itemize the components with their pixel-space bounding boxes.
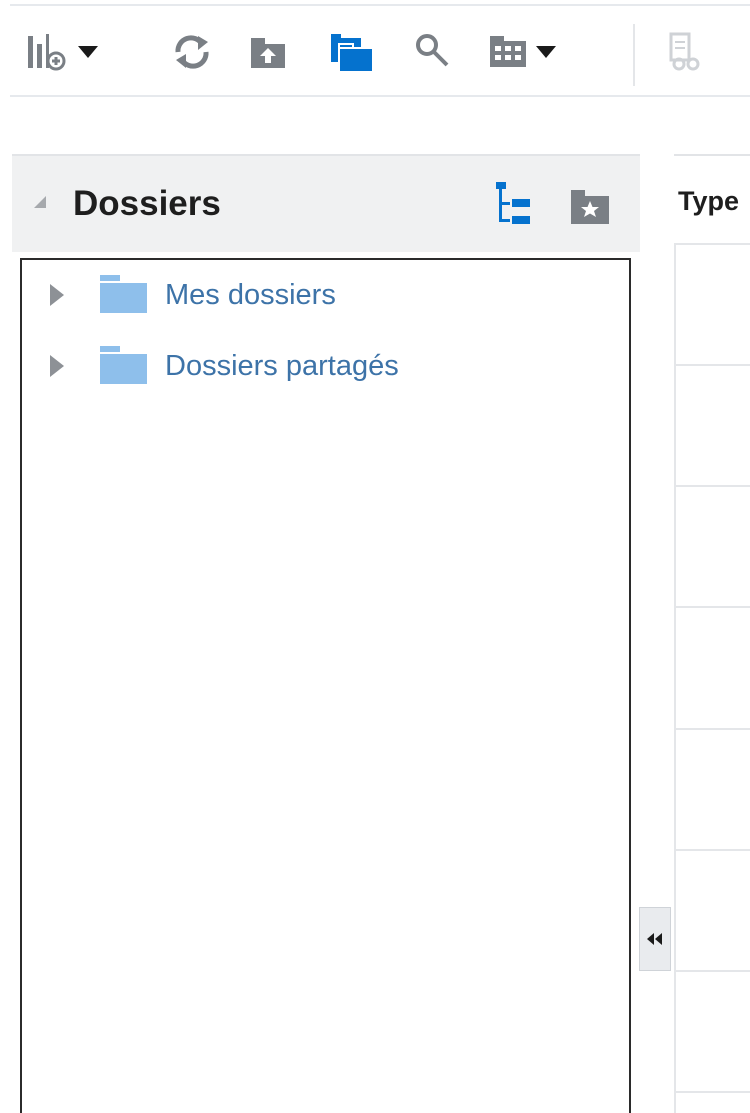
toolbar-separator <box>633 24 635 86</box>
grid-row-divider <box>676 364 750 366</box>
folders-button[interactable] <box>329 32 377 73</box>
toolbar <box>0 8 750 94</box>
double-chevron-left-icon <box>647 933 662 945</box>
folder-upload-icon <box>251 38 285 68</box>
search-icon <box>416 34 449 67</box>
folder-icon <box>100 346 147 384</box>
content-grid <box>674 243 750 1113</box>
favorite-folder-button[interactable] <box>568 180 612 228</box>
view-options-button[interactable] <box>488 32 556 72</box>
tree-item-label[interactable]: Mes dossiers <box>165 279 336 312</box>
add-column-button[interactable] <box>26 32 98 72</box>
folder-icon <box>100 275 147 313</box>
toolbar-top-border <box>10 4 750 6</box>
chevron-down-icon <box>536 46 556 58</box>
folders-panel-header: Dossiers <box>12 154 640 252</box>
upload-folder-button[interactable] <box>249 32 289 72</box>
tree-view-icon <box>496 182 530 224</box>
grid-row-divider <box>676 728 750 730</box>
refresh-icon <box>175 35 209 69</box>
folder-tree: Mes dossiers Dossiers partagés <box>20 258 631 1113</box>
chevron-down-icon <box>78 46 98 58</box>
toolbar-bottom-border <box>10 95 750 97</box>
grid-row-divider <box>676 485 750 487</box>
tree-item-mes-dossiers[interactable]: Mes dossiers <box>22 270 629 320</box>
expand-arrow-icon[interactable] <box>50 355 64 377</box>
search-button[interactable] <box>413 32 453 72</box>
folders-icon <box>331 34 374 73</box>
collapse-panel-icon[interactable] <box>34 196 46 208</box>
grid-row-divider <box>676 1091 750 1093</box>
tree-view-button[interactable] <box>492 180 536 228</box>
panel-title: Dossiers <box>73 184 221 223</box>
refresh-button[interactable] <box>170 32 214 72</box>
collapse-splitter-button[interactable] <box>639 907 671 971</box>
tree-item-label[interactable]: Dossiers partagés <box>165 350 399 383</box>
column-header-type[interactable]: Type <box>678 186 739 217</box>
grid-row-divider <box>676 606 750 608</box>
grid-view-icon <box>490 36 526 67</box>
favorite-folder-icon <box>571 190 609 224</box>
properties-icon <box>669 32 700 71</box>
tree-item-dossiers-partages[interactable]: Dossiers partagés <box>22 341 629 391</box>
content-panel-top-border <box>674 154 750 156</box>
columns-add-icon <box>28 34 66 71</box>
grid-row-divider <box>676 970 750 972</box>
properties-button[interactable] <box>668 32 704 72</box>
grid-row-divider <box>676 849 750 851</box>
expand-arrow-icon[interactable] <box>50 284 64 306</box>
app-root: Dossiers Mes dossiers Dossiers partagés … <box>0 0 750 1113</box>
